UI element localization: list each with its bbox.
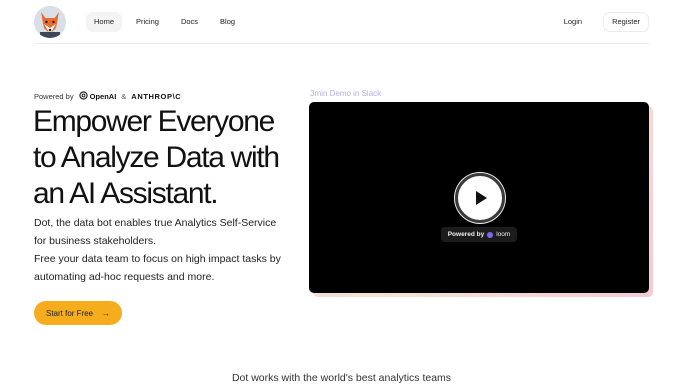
loom-badge[interactable]: Powered by loom — [441, 227, 517, 242]
nav-blog[interactable]: Blog — [212, 12, 243, 32]
loom-powered-label: Powered by — [447, 231, 485, 238]
nav-links: Home Pricing Docs Blog — [86, 12, 243, 32]
arrow-right-icon: → — [102, 308, 110, 318]
play-icon[interactable] — [455, 173, 505, 223]
start-for-free-button[interactable]: Start for Free → — [34, 301, 122, 325]
openai-icon — [78, 90, 88, 102]
trusted-by-tagline: Dot works with the world's best analytic… — [231, 372, 452, 384]
nav-home[interactable]: Home — [86, 12, 123, 32]
headline-line: an AI Assistant. — [33, 177, 219, 210]
openai-label: OpenAI — [89, 91, 117, 101]
nav-pricing[interactable]: Pricing — [128, 12, 167, 32]
top-nav: Home Pricing Docs Blog Login Register — [0, 0, 683, 44]
nav-auth: Login Register — [555, 12, 649, 32]
nav-docs[interactable]: Docs — [173, 12, 206, 32]
cta-label: Start for Free — [46, 308, 94, 318]
loom-label: loom — [496, 231, 511, 238]
description-line: Free your data team to focus on high imp… — [34, 253, 281, 265]
headline-line: to Analyze Data with — [33, 141, 280, 174]
register-button[interactable]: Register — [603, 12, 649, 32]
powered-by: Powered by OpenAI & ANTHROP\C — [34, 90, 181, 102]
hero-headline: Empower Everyone to Analyze Data with an… — [33, 104, 303, 212]
loom-icon — [487, 231, 494, 238]
nav-divider — [34, 43, 649, 44]
hero-description: Dot, the data bot enables true Analytics… — [34, 214, 304, 286]
headline-line: Empower Everyone — [33, 105, 275, 138]
description-line: Dot, the data bot enables true Analytics… — [34, 217, 277, 229]
ampersand: & — [121, 91, 127, 101]
openai-logo: OpenAI — [78, 90, 117, 102]
description-line: automating ad-hoc requests and more. — [34, 271, 215, 283]
login-button[interactable]: Login — [555, 12, 591, 32]
description-line: for business stakeholders. — [34, 235, 156, 247]
demo-label: 3min Demo in Slack — [310, 89, 382, 98]
fox-logo-icon[interactable] — [34, 6, 66, 38]
powered-by-label: Powered by — [34, 91, 74, 101]
anthropic-logo: ANTHROP\C — [131, 91, 182, 101]
